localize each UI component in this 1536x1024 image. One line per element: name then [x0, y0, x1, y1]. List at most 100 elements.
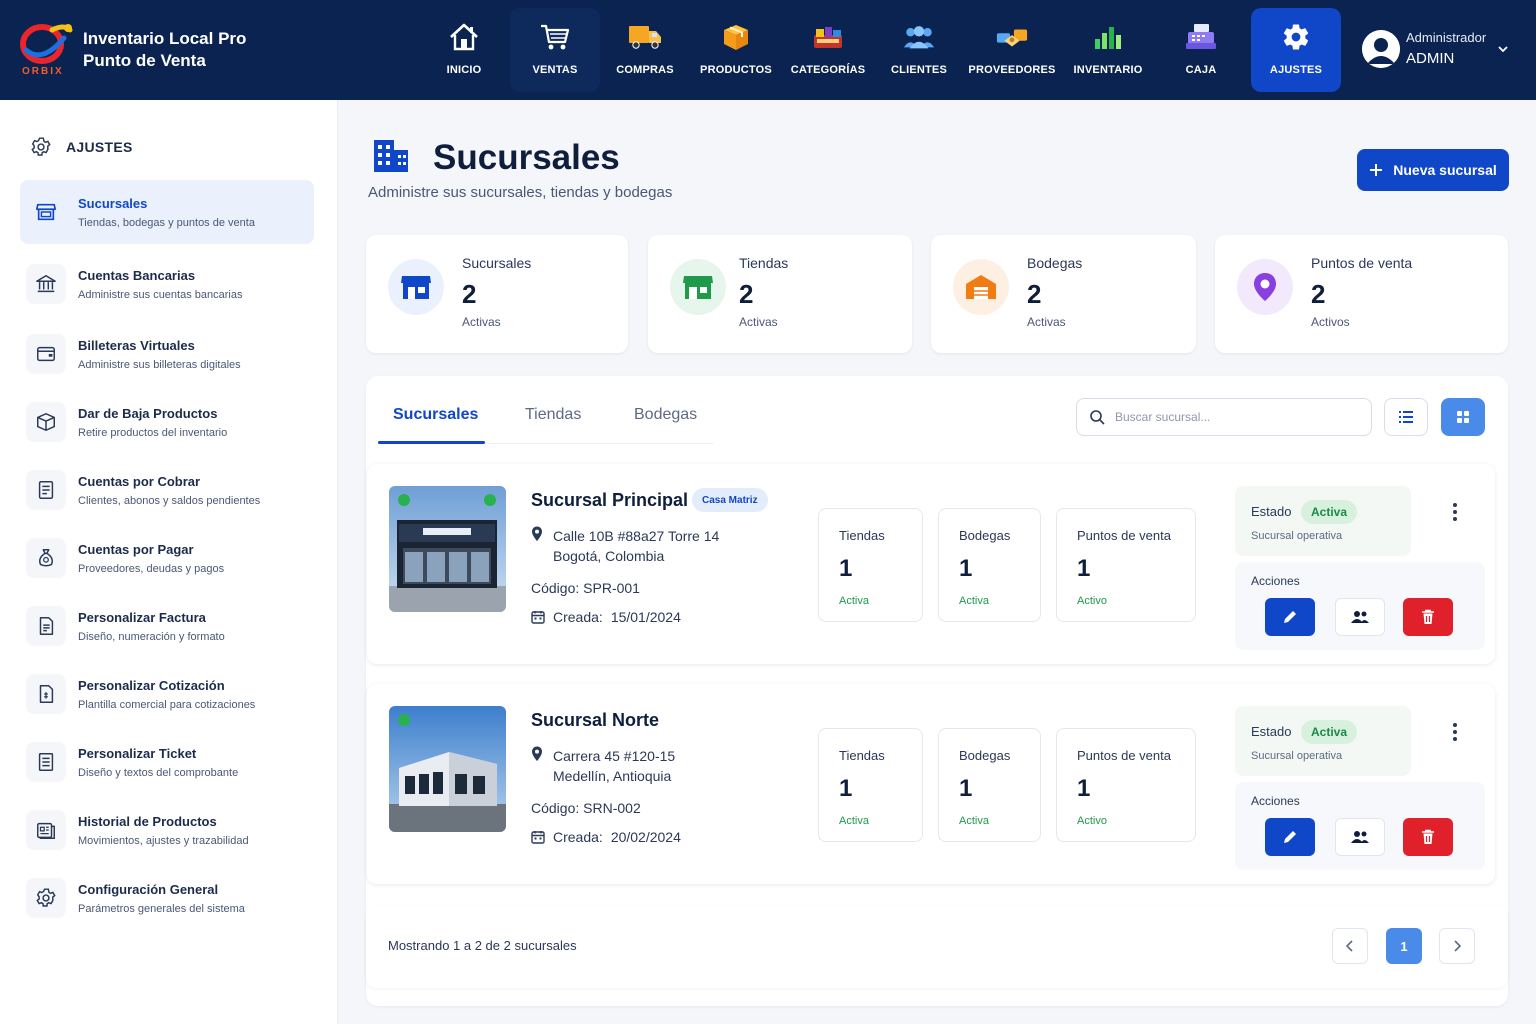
created-label: Creada:	[553, 609, 603, 625]
metric-value: 1	[1077, 555, 1091, 582]
sidebar-item-cuentas-por-pagar[interactable]: Cuentas por Pagar Proveedores, deudas y …	[20, 526, 314, 590]
page-button-current[interactable]: 1	[1386, 928, 1422, 964]
grid-icon	[1456, 410, 1470, 424]
address-line-2: Bogotá, Colombia	[553, 548, 665, 564]
nav-inventario[interactable]: INVENTARIO	[1060, 8, 1156, 92]
sidebar-item-subtitle: Parámetros generales del sistema	[78, 903, 245, 915]
branch-name: Sucursal Norte	[531, 710, 660, 730]
nav-label: INVENTARIO	[1073, 64, 1143, 76]
nav-proveedores[interactable]: PROVEEDORES	[964, 8, 1060, 92]
metric-puntos-de-venta: Puntos de venta 1 Activo	[1056, 728, 1196, 842]
store-icon	[26, 192, 66, 232]
branch-code: Código: SRN-002	[531, 800, 641, 816]
calendar-icon	[531, 830, 545, 844]
stat-card-bodegas: Bodegas 2 Activas	[931, 235, 1196, 353]
plus-icon	[1369, 163, 1383, 177]
avatar	[1362, 30, 1400, 68]
brand[interactable]: ORBIX Inventario Local Pro Punto de Vent…	[18, 20, 338, 80]
search-box	[1076, 398, 1372, 436]
bar-chart-icon	[1091, 20, 1125, 54]
nav-productos[interactable]: PRODUCTOS	[690, 8, 782, 92]
tab-sucursales[interactable]: Sucursales	[393, 406, 478, 424]
stat-footnote: Activos	[1311, 315, 1350, 329]
trash-icon	[1421, 829, 1435, 845]
metric-puntos-de-venta: Puntos de venta 1 Activo	[1056, 508, 1196, 622]
nav-clientes[interactable]: CLIENTES	[874, 8, 964, 92]
status-subtitle: Sucursal operativa	[1251, 750, 1343, 762]
sidebar-item-subtitle: Plantilla comercial para cotizaciones	[78, 699, 256, 711]
grid-view-button[interactable]	[1441, 398, 1485, 436]
tab-bodegas[interactable]: Bodegas	[634, 406, 697, 424]
sidebar-item-title: Configuración General	[78, 882, 219, 897]
new-branch-button[interactable]: Nueva sucursal	[1357, 149, 1509, 191]
building-icon	[372, 138, 412, 174]
users-button[interactable]	[1335, 818, 1385, 856]
user-menu[interactable]: Administrador ADMIN	[1362, 26, 1522, 76]
pagination-summary: Mostrando 1 a 2 de 2 sucursales	[388, 938, 577, 953]
sidebar-item-title: Sucursales	[78, 196, 148, 211]
nav-ajustes[interactable]: AJUSTES	[1251, 8, 1341, 92]
branch-name: Sucursal Principal	[531, 490, 689, 510]
settings-icon	[26, 878, 66, 918]
nav-inicio[interactable]: INICIO	[418, 8, 510, 92]
users-button[interactable]	[1335, 598, 1385, 636]
tab-tiendas[interactable]: Tiendas	[525, 406, 581, 424]
sidebar-item-sucursales[interactable]: Sucursales Tiendas, bodegas y puntos de …	[20, 180, 314, 244]
sidebar-item-cuentas-por-cobrar[interactable]: Cuentas por Cobrar Clientes, abonos y sa…	[20, 458, 314, 522]
metric-tiendas: Tiendas 1 Activa	[818, 728, 923, 842]
stat-card-tiendas: Tiendas 2 Activas	[648, 235, 912, 353]
sidebar-item-subtitle: Proveedores, deudas y pagos	[78, 563, 225, 575]
nav-label: AJUSTES	[1269, 64, 1323, 76]
sidebar-item-personalizar-cotizacion[interactable]: Personalizar Cotización Plantilla comerc…	[20, 662, 314, 726]
sidebar-item-cuentas-bancarias[interactable]: Cuentas Bancarias Administre sus cuentas…	[20, 252, 314, 316]
cash-register-icon	[1184, 20, 1218, 54]
sidebar-heading: AJUSTES	[30, 136, 133, 158]
sidebar-item-title: Personalizar Ticket	[78, 746, 197, 761]
more-options-icon[interactable]	[1445, 500, 1465, 524]
nav-label: VENTAS	[532, 64, 578, 76]
trash-icon	[1421, 609, 1435, 625]
wallet-icon	[26, 334, 66, 374]
stat-value: 2	[739, 279, 754, 309]
sidebar-item-subtitle: Clientes, abonos y saldos pendientes	[78, 495, 261, 507]
more-options-icon[interactable]	[1445, 720, 1465, 744]
edit-button[interactable]	[1265, 818, 1315, 856]
categories-icon	[811, 20, 845, 54]
box-icon	[719, 20, 753, 54]
sidebar-item-configuracion-general[interactable]: Configuración General Parámetros general…	[20, 866, 314, 930]
sidebar-item-dar-de-baja[interactable]: Dar de Baja Productos Retire productos d…	[20, 390, 314, 454]
delete-button[interactable]	[1403, 598, 1453, 636]
nav-caja[interactable]: CAJA	[1156, 8, 1246, 92]
stat-card-puntos-de-venta: Puntos de venta 2 Activos	[1215, 235, 1508, 353]
quote-icon	[26, 674, 66, 714]
search-input[interactable]	[1115, 410, 1355, 424]
next-page-button[interactable]	[1439, 928, 1475, 964]
chevron-down-icon[interactable]	[1496, 42, 1510, 56]
metric-status: Activa	[839, 595, 869, 607]
nav-label: CATEGORÍAS	[790, 64, 866, 76]
list-view-button[interactable]	[1384, 398, 1428, 436]
metric-status: Activa	[959, 595, 989, 607]
user-name: ADMIN	[1406, 50, 1455, 67]
sidebar-item-personalizar-factura[interactable]: Personalizar Factura Diseño, numeración …	[20, 594, 314, 658]
delete-button[interactable]	[1403, 818, 1453, 856]
shop-icon	[670, 259, 726, 315]
app-title: Inventario Local Pro	[83, 29, 247, 48]
sidebar-item-subtitle: Diseño y textos del comprobante	[78, 767, 239, 779]
stat-value: 2	[462, 279, 477, 309]
sidebar-item-subtitle: Administre sus cuentas bancarias	[78, 289, 243, 301]
code-value: SPR-001	[583, 580, 640, 596]
nav-categorias[interactable]: CATEGORÍAS	[782, 8, 874, 92]
box-remove-icon	[26, 402, 66, 442]
sidebar-item-subtitle: Administre sus billeteras digitales	[78, 359, 241, 371]
nav-ventas[interactable]: VENTAS	[510, 8, 600, 92]
pagination-bar: Mostrando 1 a 2 de 2 sucursales 1	[366, 906, 1508, 988]
metric-label: Puntos de venta	[1077, 528, 1171, 543]
edit-button[interactable]	[1265, 598, 1315, 636]
sidebar-item-personalizar-ticket[interactable]: Personalizar Ticket Diseño y textos del …	[20, 730, 314, 794]
headquarters-badge: Casa Matriz	[692, 488, 768, 512]
nav-compras[interactable]: COMPRAS	[600, 8, 690, 92]
previous-page-button[interactable]	[1332, 928, 1368, 964]
sidebar-item-billeteras-virtuales[interactable]: Billeteras Virtuales Administre sus bill…	[20, 322, 314, 386]
sidebar-item-historial-productos[interactable]: Historial de Productos Movimientos, ajus…	[20, 798, 314, 862]
